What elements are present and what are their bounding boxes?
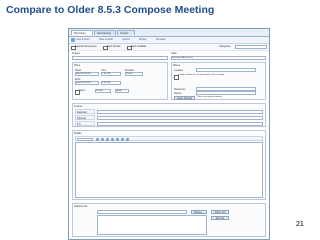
attachments-panel: Attachments Browse... Add to List Remove <box>72 203 266 237</box>
fyi-label: FYI <box>77 123 81 126</box>
resources-input[interactable] <box>196 87 256 91</box>
details-panel: Details <box>72 130 266 200</box>
optional-label: Optional <box>77 117 86 120</box>
attachment-list[interactable] <box>97 215 207 235</box>
slide-page-number: 21 <box>296 221 304 228</box>
bold-icon[interactable] <box>96 137 99 141</box>
options-button[interactable]: Options <box>122 38 130 42</box>
fyi-button[interactable]: FYI <box>75 121 95 126</box>
mark-available-label: Mark Available <box>131 45 147 48</box>
remove-button[interactable]: Remove <box>211 216 229 220</box>
toolbar: Save & Send Save as Draft Options Displa… <box>69 37 269 44</box>
underline-icon[interactable] <box>106 137 109 141</box>
duration-input[interactable]: 30 min <box>125 72 143 76</box>
format-toolbar <box>75 136 263 141</box>
end-date-input[interactable]: Wed 8/10/2016 <box>75 81 99 85</box>
tab-mail[interactable]: Mail Cases <box>71 30 93 35</box>
bullets-icon[interactable] <box>116 137 119 141</box>
required-input[interactable] <box>97 110 263 114</box>
categories-label: Categories <box>219 45 231 48</box>
when-label: When <box>74 64 81 67</box>
attachment-path-input[interactable] <box>97 210 187 214</box>
font-select[interactable] <box>77 137 93 141</box>
options-row: Request Responses Mark Private Mark Avai… <box>69 44 269 51</box>
rooms-input[interactable] <box>196 91 256 95</box>
display-button[interactable]: Display <box>139 38 147 42</box>
tab-bar: Mail Cases New Meeting Contact <box>69 29 269 37</box>
details-label: Details <box>74 132 82 135</box>
save-draft-button[interactable]: Save as Draft <box>99 38 113 42</box>
tab-new-meeting[interactable]: New Meeting <box>94 30 116 35</box>
chair-input[interactable]: Jeff Green/Acme/Org <box>171 56 266 60</box>
details-editor[interactable] <box>75 142 263 198</box>
location-input[interactable] <box>196 68 256 72</box>
required-label: Required <box>77 111 87 114</box>
color-icon[interactable] <box>111 137 114 141</box>
subject-label: Subject <box>72 52 80 55</box>
categories-select[interactable] <box>235 45 267 49</box>
privacy-select[interactable]: Private <box>95 89 111 93</box>
online-meeting-button[interactable]: Online Meeting <box>174 96 195 100</box>
mark-private-label: Mark Private <box>107 45 121 48</box>
resources-label: Resources <box>174 88 186 91</box>
compose-meeting-window: Mail Cases New Meeting Contact Save & Se… <box>68 28 270 240</box>
required-button[interactable]: Required <box>75 109 95 114</box>
save-send-button[interactable]: Save & Send <box>76 38 89 42</box>
italic-icon[interactable] <box>101 137 104 141</box>
add-to-list-button[interactable]: Add to List <box>211 209 229 214</box>
save-icon <box>71 38 75 42</box>
request-responses-label: Request Responses <box>75 45 97 48</box>
start-time-input[interactable]: 1:00 PM <box>101 72 121 76</box>
where-label: Where <box>173 64 181 67</box>
include-call-label: Include conference call information in t… <box>178 74 225 76</box>
optional-button[interactable]: Optional <box>75 115 95 120</box>
subject-input[interactable] <box>72 56 168 60</box>
attachments-label: Attachments <box>74 205 88 208</box>
alarm-label: Alarm <box>79 89 86 92</box>
slide-title: Compare to Older 8.5.3 Compose Meeting <box>6 4 215 16</box>
online-meeting-note: There is no online meeting <box>197 96 222 98</box>
start-date-input[interactable]: Wed 8/10/2016 <box>75 72 99 76</box>
end-time-input[interactable]: 1:30 PM <box>101 81 121 85</box>
invitees-label: Invitees <box>74 105 83 108</box>
fyi-input[interactable] <box>97 122 263 126</box>
browse-button[interactable]: Browse... <box>191 209 207 214</box>
optional-input[interactable] <box>97 116 263 120</box>
schedule-button[interactable]: Schedule <box>156 38 166 42</box>
notify-select[interactable]: Notify <box>115 89 129 93</box>
location-label: Location <box>174 69 184 72</box>
where-panel: Where Location Include conference call i… <box>171 62 266 100</box>
tab-contact[interactable]: Contact <box>117 30 135 35</box>
rooms-label: Rooms <box>174 92 182 95</box>
chair-label: Chair <box>171 52 177 55</box>
align-icon[interactable] <box>126 137 129 141</box>
invitees-panel: Invitees Required Optional FYI <box>72 103 266 127</box>
when-panel: When Starts Time Duration Wed 8/10/2016 … <box>72 62 168 100</box>
numbering-icon[interactable] <box>121 137 124 141</box>
